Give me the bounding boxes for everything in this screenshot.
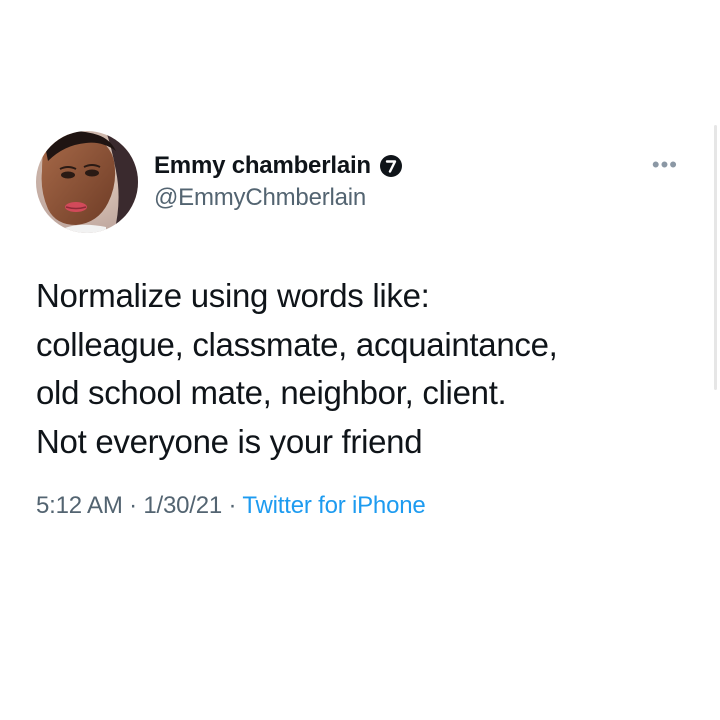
display-name-row: Emmy chamberlain (154, 152, 403, 180)
tweet-text: Normalize using words like: colleague, c… (36, 272, 686, 466)
tweet-meta: 5:12 AM · 1/30/21 · Twitter for iPhone (36, 492, 686, 520)
tweet-time[interactable]: 5:12 AM (36, 492, 123, 519)
user-handle[interactable]: @EmmyChmberlain (154, 184, 403, 212)
user-names: Emmy chamberlain @EmmyChmberlain (154, 152, 403, 212)
tweet-source-link[interactable]: Twitter for iPhone (242, 492, 425, 519)
avatar-image (36, 131, 138, 233)
tweet-line: Normalize using words like: (36, 277, 430, 314)
tweet-screenshot: Emmy chamberlain @EmmyChmberlain ••• Nor… (0, 0, 720, 720)
scrollbar[interactable] (714, 125, 717, 390)
verified-badge-icon (379, 154, 403, 178)
meta-separator: · (222, 492, 243, 519)
tweet-line: colleague, classmate, acquaintance, (36, 325, 558, 363)
avatar[interactable] (36, 131, 138, 233)
tweet-card: Emmy chamberlain @EmmyChmberlain ••• Nor… (36, 128, 686, 520)
more-options-icon[interactable]: ••• (652, 154, 678, 176)
tweet-header: Emmy chamberlain @EmmyChmberlain ••• (36, 128, 686, 236)
tweet-line: Not everyone is your friend (36, 422, 423, 460)
meta-separator: · (122, 492, 144, 519)
tweet-date[interactable]: 1/30/21 (143, 492, 222, 519)
tweet-line: old school mate, neighbor, client. (36, 374, 507, 411)
display-name[interactable]: Emmy chamberlain (154, 152, 371, 180)
